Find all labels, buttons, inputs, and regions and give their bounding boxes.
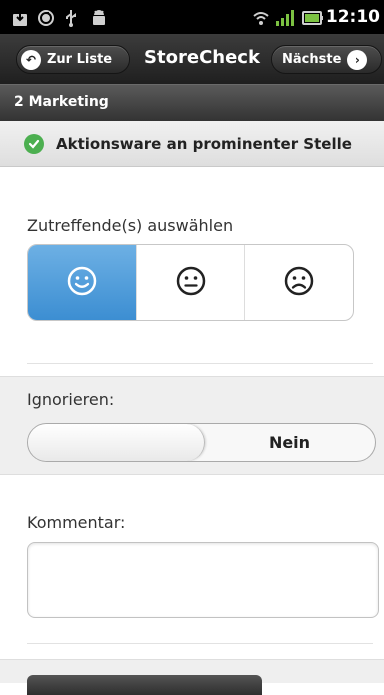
ignore-toggle[interactable]: Nein bbox=[27, 423, 376, 462]
ignore-label: Ignorieren: bbox=[27, 390, 115, 409]
happy-face-icon bbox=[67, 266, 97, 300]
rating-option-sad[interactable] bbox=[244, 245, 353, 320]
status-bar: 12:10 bbox=[0, 0, 384, 34]
battery-icon bbox=[302, 9, 324, 27]
next-button[interactable]: Nächste › bbox=[271, 45, 382, 74]
ignore-toggle-value: Nein bbox=[268, 433, 311, 452]
rating-option-neutral[interactable] bbox=[135, 245, 245, 320]
sync-icon bbox=[37, 9, 55, 27]
checklist-item: Aktionsware an prominenter Stelle bbox=[0, 121, 384, 167]
rating-label: Zutreffende(s) auswählen bbox=[27, 216, 234, 235]
next-button-label: Nächste bbox=[282, 52, 342, 67]
header-bar: ↶ Zur Liste StoreCheck Nächste › bbox=[0, 34, 384, 85]
back-arrow-icon: ↶ bbox=[21, 49, 41, 70]
back-button-label: Zur Liste bbox=[47, 52, 113, 67]
divider bbox=[27, 363, 373, 364]
comment-label: Kommentar: bbox=[27, 513, 126, 532]
rating-choice-group bbox=[27, 244, 354, 321]
signal-icon bbox=[275, 9, 295, 27]
usb-icon bbox=[64, 9, 78, 27]
back-to-list-button[interactable]: ↶ Zur Liste bbox=[16, 45, 130, 74]
bottom-action-button[interactable] bbox=[27, 675, 262, 695]
android-icon bbox=[90, 9, 108, 27]
section-header: 2 Marketing bbox=[0, 84, 384, 121]
neutral-face-icon bbox=[176, 266, 206, 300]
divider bbox=[27, 643, 373, 644]
toggle-knob[interactable] bbox=[28, 424, 205, 461]
page-title: StoreCheck bbox=[144, 47, 260, 68]
status-time: 12:10 bbox=[325, 7, 380, 27]
wifi-icon bbox=[252, 9, 270, 27]
rating-option-happy[interactable] bbox=[28, 245, 136, 320]
checklist-item-label: Aktionsware an prominenter Stelle bbox=[56, 134, 352, 153]
comment-textarea[interactable] bbox=[27, 542, 379, 618]
sad-face-icon bbox=[284, 266, 314, 300]
checkmark-icon bbox=[24, 133, 44, 154]
chevron-right-icon: › bbox=[347, 49, 368, 70]
download-icon bbox=[12, 9, 28, 27]
